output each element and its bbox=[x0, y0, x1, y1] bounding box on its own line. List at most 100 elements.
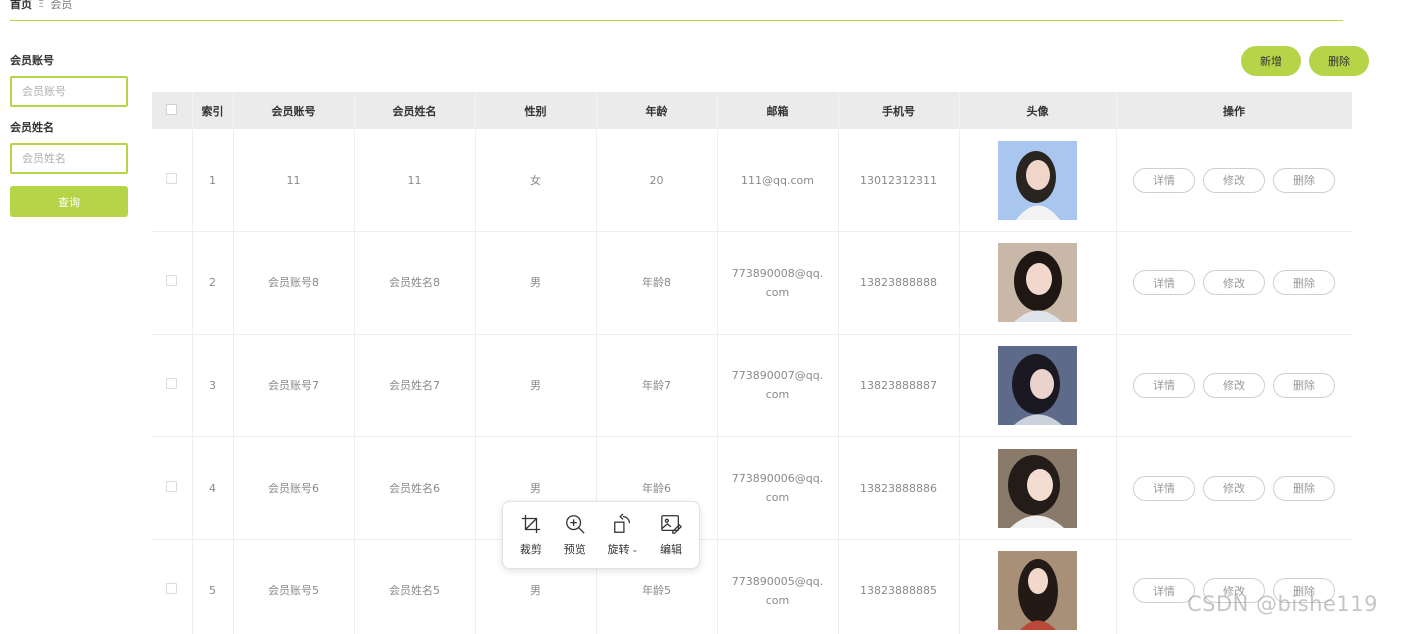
cell-avatar bbox=[959, 539, 1117, 634]
image-toolbar: 裁剪 预览 旋转 ⌄ 编辑 bbox=[502, 501, 700, 569]
breadcrumb-home[interactable]: 首页 bbox=[10, 0, 32, 12]
account-search-input[interactable] bbox=[10, 76, 128, 107]
row-checkbox[interactable] bbox=[166, 480, 178, 492]
cell-index: 1 bbox=[192, 129, 234, 233]
detail-button[interactable]: 详情 bbox=[1133, 372, 1195, 398]
row-checkbox[interactable] bbox=[166, 172, 178, 184]
cell-name: 11 bbox=[354, 129, 476, 233]
edit-button[interactable]: 修改 bbox=[1203, 270, 1265, 296]
table-row: 5 会员账号5 会员姓名5 男 年龄5 773890005@qq.com 138… bbox=[152, 539, 1352, 634]
add-button[interactable]: 新增 bbox=[1241, 46, 1301, 76]
edit-button[interactable]: 修改 bbox=[1203, 167, 1265, 193]
member-table: 索引 会员账号 会员姓名 性别 年龄 邮箱 手机号 头像 操作 1 11 11 … bbox=[152, 92, 1352, 634]
detail-button[interactable]: 详情 bbox=[1133, 578, 1195, 604]
row-select[interactable] bbox=[152, 129, 193, 233]
row-select[interactable] bbox=[152, 231, 193, 335]
select-all-checkbox[interactable] bbox=[166, 103, 178, 115]
header-select-all[interactable] bbox=[152, 92, 193, 129]
cell-actions: 详情 修改 删除 bbox=[1116, 231, 1352, 335]
table-row: 2 会员账号8 会员姓名8 男 年龄8 773890008@qq.com 138… bbox=[152, 231, 1352, 335]
cell-name: 会员姓名7 bbox=[354, 334, 476, 438]
cell-phone: 13823888887 bbox=[838, 334, 960, 438]
cell-phone: 13823888888 bbox=[838, 231, 960, 335]
row-checkbox[interactable] bbox=[166, 377, 178, 389]
breadcrumb: 首页 Ξ 会员 bbox=[10, 0, 72, 12]
cell-email: 773890005@qq.com bbox=[717, 539, 839, 634]
cell-account: 会员账号5 bbox=[233, 539, 355, 634]
rotate-tool[interactable]: 旋转 ⌄ bbox=[608, 513, 639, 557]
row-delete-button[interactable]: 删除 bbox=[1273, 372, 1335, 398]
detail-button[interactable]: 详情 bbox=[1133, 270, 1195, 296]
row-delete-button[interactable]: 删除 bbox=[1273, 167, 1335, 193]
cell-index: 3 bbox=[192, 334, 234, 438]
avatar[interactable] bbox=[998, 448, 1077, 528]
detail-button[interactable]: 详情 bbox=[1133, 475, 1195, 501]
table-row: 4 会员账号6 会员姓名6 男 年龄6 773890006@qq.com 138… bbox=[152, 436, 1352, 540]
row-select[interactable] bbox=[152, 334, 193, 438]
cell-phone: 13823888886 bbox=[838, 436, 960, 540]
account-label: 会员账号 bbox=[10, 54, 54, 67]
row-checkbox[interactable] bbox=[166, 275, 178, 287]
rotate-label-wrap: 旋转 ⌄ bbox=[608, 541, 639, 557]
row-checkbox[interactable] bbox=[166, 583, 178, 595]
cell-gender: 男 bbox=[475, 231, 597, 335]
image-edit-icon bbox=[661, 515, 683, 534]
crop-tool[interactable]: 裁剪 bbox=[520, 513, 542, 557]
preview-tool[interactable]: 预览 bbox=[564, 513, 586, 557]
cell-age: 年龄7 bbox=[596, 334, 718, 438]
row-delete-button[interactable]: 删除 bbox=[1273, 270, 1335, 296]
header-actions: 操作 bbox=[1116, 92, 1352, 129]
cell-actions: 详情 修改 删除 bbox=[1116, 539, 1352, 634]
cell-avatar bbox=[959, 436, 1117, 540]
search-panel: 会员账号 会员姓名 查询 bbox=[10, 52, 128, 217]
avatar[interactable] bbox=[998, 345, 1077, 425]
cell-age: 20 bbox=[596, 129, 718, 233]
cell-name: 会员姓名5 bbox=[354, 539, 476, 634]
edit-button[interactable]: 修改 bbox=[1203, 372, 1265, 398]
header-gender: 性别 bbox=[475, 92, 597, 129]
header-email: 邮箱 bbox=[717, 92, 839, 129]
header-divider bbox=[10, 20, 1343, 21]
rotate-icon bbox=[613, 513, 630, 533]
row-delete-button[interactable]: 删除 bbox=[1273, 475, 1335, 501]
name-search-input[interactable] bbox=[10, 143, 128, 174]
cell-age: 年龄8 bbox=[596, 231, 718, 335]
cell-gender: 男 bbox=[475, 334, 597, 438]
cell-actions: 详情 修改 删除 bbox=[1116, 129, 1352, 233]
cell-avatar bbox=[959, 231, 1117, 335]
cell-email: 773890006@qq.com bbox=[717, 436, 839, 540]
edit-button[interactable]: 修改 bbox=[1203, 475, 1265, 501]
detail-button[interactable]: 详情 bbox=[1133, 167, 1195, 193]
name-label: 会员姓名 bbox=[10, 121, 54, 134]
preview-label: 预览 bbox=[563, 543, 586, 556]
rotate-label: 旋转 bbox=[607, 543, 630, 556]
edit-tool[interactable]: 编辑 bbox=[660, 513, 682, 557]
cell-phone: 13012312311 bbox=[838, 129, 960, 233]
cell-phone: 13823888885 bbox=[838, 539, 960, 634]
avatar[interactable] bbox=[998, 243, 1077, 323]
row-select[interactable] bbox=[152, 436, 193, 540]
cell-name: 会员姓名8 bbox=[354, 231, 476, 335]
watermark: CSDN @bishe119 bbox=[1187, 592, 1378, 616]
cell-account: 会员账号7 bbox=[233, 334, 355, 438]
row-select[interactable] bbox=[152, 539, 193, 634]
top-actions: 新增 删除 bbox=[1241, 46, 1369, 76]
crop-icon bbox=[521, 514, 541, 534]
cell-account: 会员账号8 bbox=[233, 231, 355, 335]
chevron-down-icon: ⌄ bbox=[631, 544, 639, 554]
delete-button[interactable]: 删除 bbox=[1309, 46, 1369, 76]
edit-label: 编辑 bbox=[660, 543, 683, 556]
cell-email: 773890007@qq.com bbox=[717, 334, 839, 438]
query-button[interactable]: 查询 bbox=[10, 186, 128, 217]
cell-actions: 详情 修改 删除 bbox=[1116, 334, 1352, 438]
cell-name: 会员姓名6 bbox=[354, 436, 476, 540]
header-phone: 手机号 bbox=[838, 92, 960, 129]
cell-gender: 女 bbox=[475, 129, 597, 233]
cell-index: 2 bbox=[192, 231, 234, 335]
breadcrumb-current: 会员 bbox=[50, 0, 73, 11]
avatar[interactable] bbox=[998, 551, 1077, 631]
cell-email: 773890008@qq.com bbox=[717, 231, 839, 335]
breadcrumb-separator-icon: Ξ bbox=[38, 0, 45, 10]
cell-actions: 详情 修改 删除 bbox=[1116, 436, 1352, 540]
avatar[interactable] bbox=[998, 140, 1077, 220]
